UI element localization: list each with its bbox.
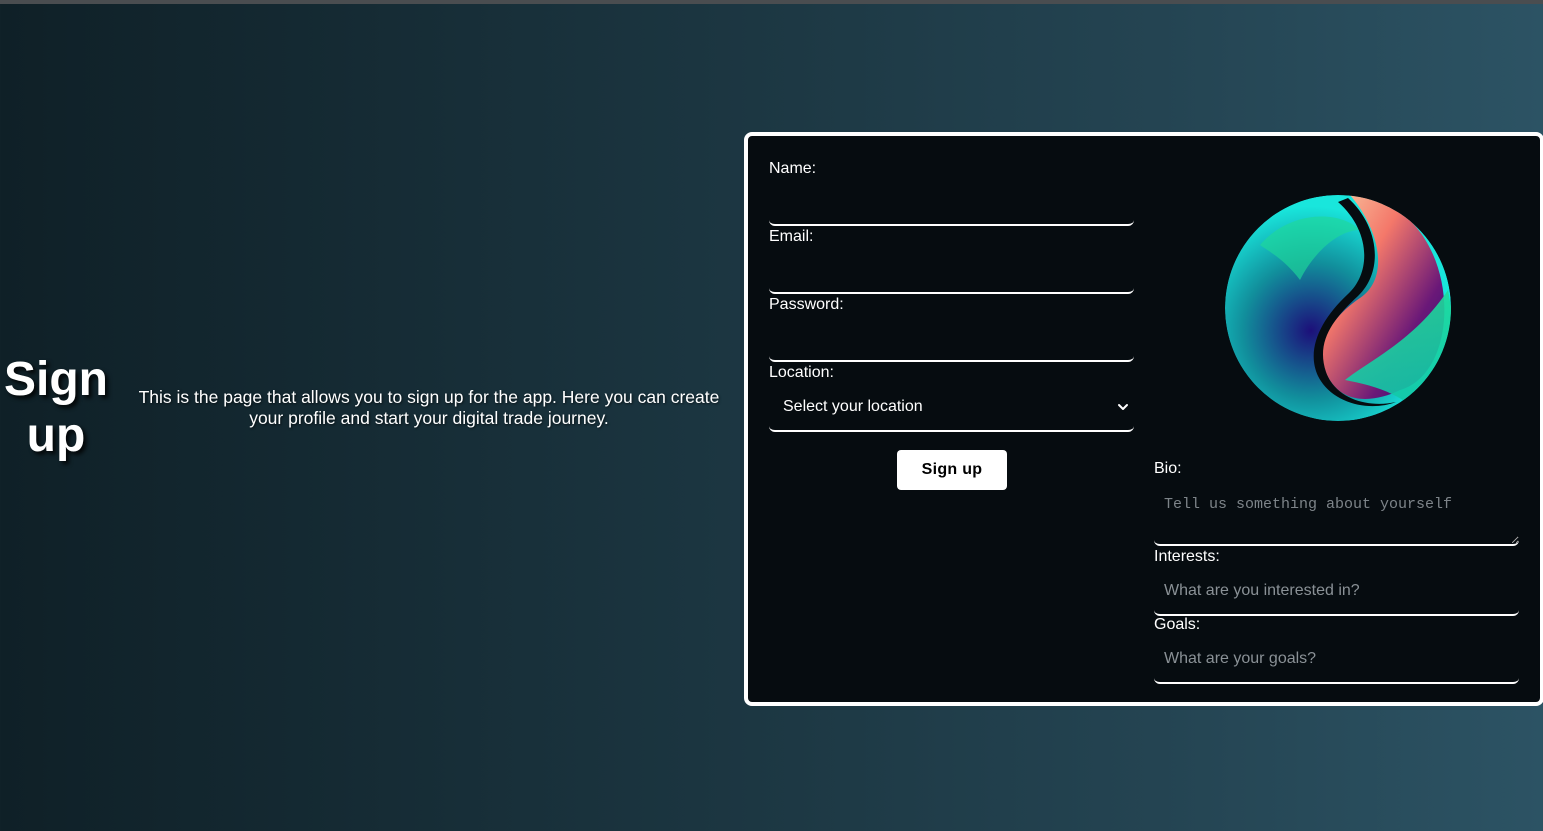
signup-card: Name: Email: Password: Location: Select …: [744, 132, 1543, 706]
location-select-value: Select your location: [783, 398, 923, 415]
location-select[interactable]: Select your location: [769, 384, 1134, 432]
goals-label: Goals:: [1154, 616, 1201, 633]
page-title: Sign up: [4, 353, 108, 462]
interests-label: Interests:: [1154, 548, 1220, 565]
app-logo-icon: [1225, 195, 1451, 421]
password-input[interactable]: [769, 314, 1134, 362]
password-label: Password:: [769, 296, 844, 313]
location-label: Location:: [769, 364, 834, 381]
email-input[interactable]: [769, 246, 1134, 294]
goals-input[interactable]: [1154, 636, 1519, 684]
bio-label: Bio:: [1154, 460, 1182, 477]
chevron-down-icon: [1118, 404, 1128, 410]
browser-top-strip: [0, 0, 1543, 4]
signup-button[interactable]: Sign up: [897, 450, 1007, 490]
interests-input[interactable]: [1154, 568, 1519, 616]
email-label: Email:: [769, 228, 814, 245]
signup-form-right-column: Bio: Interests: Goals:: [1154, 136, 1519, 702]
name-label: Name:: [769, 160, 817, 177]
name-input[interactable]: [769, 178, 1134, 226]
bio-textarea[interactable]: [1154, 484, 1519, 546]
page-description: This is the page that allows you to sign…: [138, 387, 720, 428]
